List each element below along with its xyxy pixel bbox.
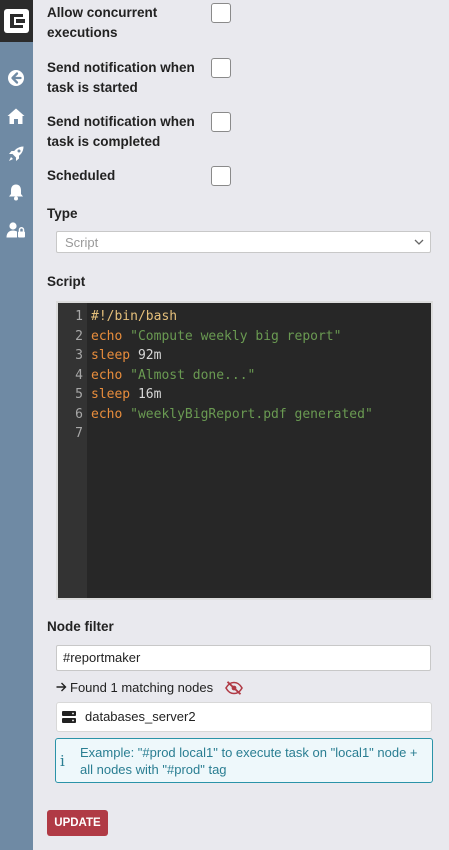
script-label: Script bbox=[47, 274, 86, 289]
node-name: databases_server2 bbox=[85, 709, 196, 724]
type-select[interactable]: Script bbox=[56, 231, 431, 253]
code-token: 16m bbox=[130, 387, 162, 402]
rocket-icon[interactable] bbox=[6, 144, 26, 164]
script-editor[interactable]: 1 #!/bin/bash 2 echo "Compute weekly big re… bbox=[56, 301, 433, 600]
user-lock-icon[interactable] bbox=[6, 220, 26, 240]
node-filter-help: i Example: "#prod local1" to execute tas… bbox=[55, 738, 433, 783]
option-label: Send notification when task is started bbox=[47, 60, 195, 95]
code-token: "weeklyBigReport.pdf generated" bbox=[130, 406, 373, 422]
node-filter-help-text: Example: "#prod local1" to execute task … bbox=[80, 745, 418, 777]
back-icon[interactable] bbox=[6, 68, 26, 88]
code-line: 5 sleep 16m bbox=[58, 385, 428, 404]
line-number: 4 bbox=[75, 367, 83, 383]
line-number: 3 bbox=[75, 348, 83, 363]
line-number: 2 bbox=[75, 328, 83, 344]
code-line: 3 sleep 92m bbox=[58, 346, 428, 365]
scheduled-checkbox[interactable] bbox=[211, 166, 231, 186]
code-text: echo "Almost done..." bbox=[91, 366, 255, 385]
code-text: echo "Compute weekly big report" bbox=[91, 327, 341, 346]
code-token: "Compute weekly big report" bbox=[130, 328, 342, 344]
logo-icon bbox=[4, 9, 29, 33]
bell-icon[interactable] bbox=[6, 182, 26, 202]
code-text: sleep 16m bbox=[91, 385, 161, 404]
info-icon: i bbox=[60, 752, 65, 770]
code-token: 92m bbox=[130, 348, 162, 363]
server-icon bbox=[62, 711, 76, 723]
line-number: 7 bbox=[75, 426, 83, 441]
type-label: Type bbox=[47, 206, 78, 221]
notify-started-checkbox[interactable] bbox=[211, 58, 231, 78]
home-icon[interactable] bbox=[6, 106, 26, 126]
chevron-down-icon bbox=[414, 239, 424, 245]
code-line: 7 bbox=[58, 424, 428, 443]
code-text: #!/bin/bash bbox=[91, 307, 177, 326]
code-line: 4 echo "Almost done..." bbox=[58, 366, 428, 385]
line-number: 6 bbox=[75, 406, 83, 422]
matching-node-item[interactable]: databases_server2 bbox=[56, 702, 432, 732]
node-filter-input[interactable]: #reportmaker bbox=[56, 645, 431, 671]
code-text: sleep 92m bbox=[91, 346, 161, 365]
code-token: sleep bbox=[91, 348, 131, 363]
option-label: Send notification when task is completed bbox=[47, 114, 195, 149]
line-number: 5 bbox=[75, 387, 83, 402]
code-line: 2 echo "Compute weekly big report" bbox=[58, 327, 428, 346]
task-form: Allow concurrent executions Send notific… bbox=[47, 0, 437, 850]
allow-concurrent-checkbox[interactable] bbox=[211, 3, 231, 23]
type-select-value: Script bbox=[65, 235, 99, 250]
sidebar bbox=[0, 0, 33, 850]
code-token: echo bbox=[91, 328, 131, 344]
code-token: #!/bin/bash bbox=[91, 309, 178, 324]
option-label: Allow concurrent executions bbox=[47, 5, 158, 40]
node-filter-label: Node filter bbox=[47, 619, 114, 634]
notify-completed-checkbox[interactable] bbox=[211, 112, 231, 132]
code-token: "Almost done..." bbox=[130, 367, 256, 383]
code-line: 1 #!/bin/bash bbox=[58, 307, 428, 326]
code-token: echo bbox=[91, 367, 131, 383]
matching-nodes-status: Found 1 matching nodes bbox=[56, 679, 213, 697]
arrow-right-icon bbox=[56, 679, 67, 697]
line-number: 1 bbox=[75, 309, 83, 324]
code-token: echo bbox=[91, 406, 131, 422]
code-text: echo "weeklyBigReport.pdf generated" bbox=[91, 405, 373, 424]
option-label: Scheduled bbox=[47, 168, 116, 183]
update-button[interactable]: UPDATE bbox=[47, 810, 108, 836]
eye-slash-icon[interactable] bbox=[225, 681, 243, 695]
code-token: sleep bbox=[91, 387, 131, 402]
app-logo[interactable] bbox=[0, 0, 33, 42]
code-line: 6 echo "weeklyBigReport.pdf generated" bbox=[58, 405, 428, 424]
matching-nodes-text: Found 1 matching nodes bbox=[70, 680, 214, 695]
